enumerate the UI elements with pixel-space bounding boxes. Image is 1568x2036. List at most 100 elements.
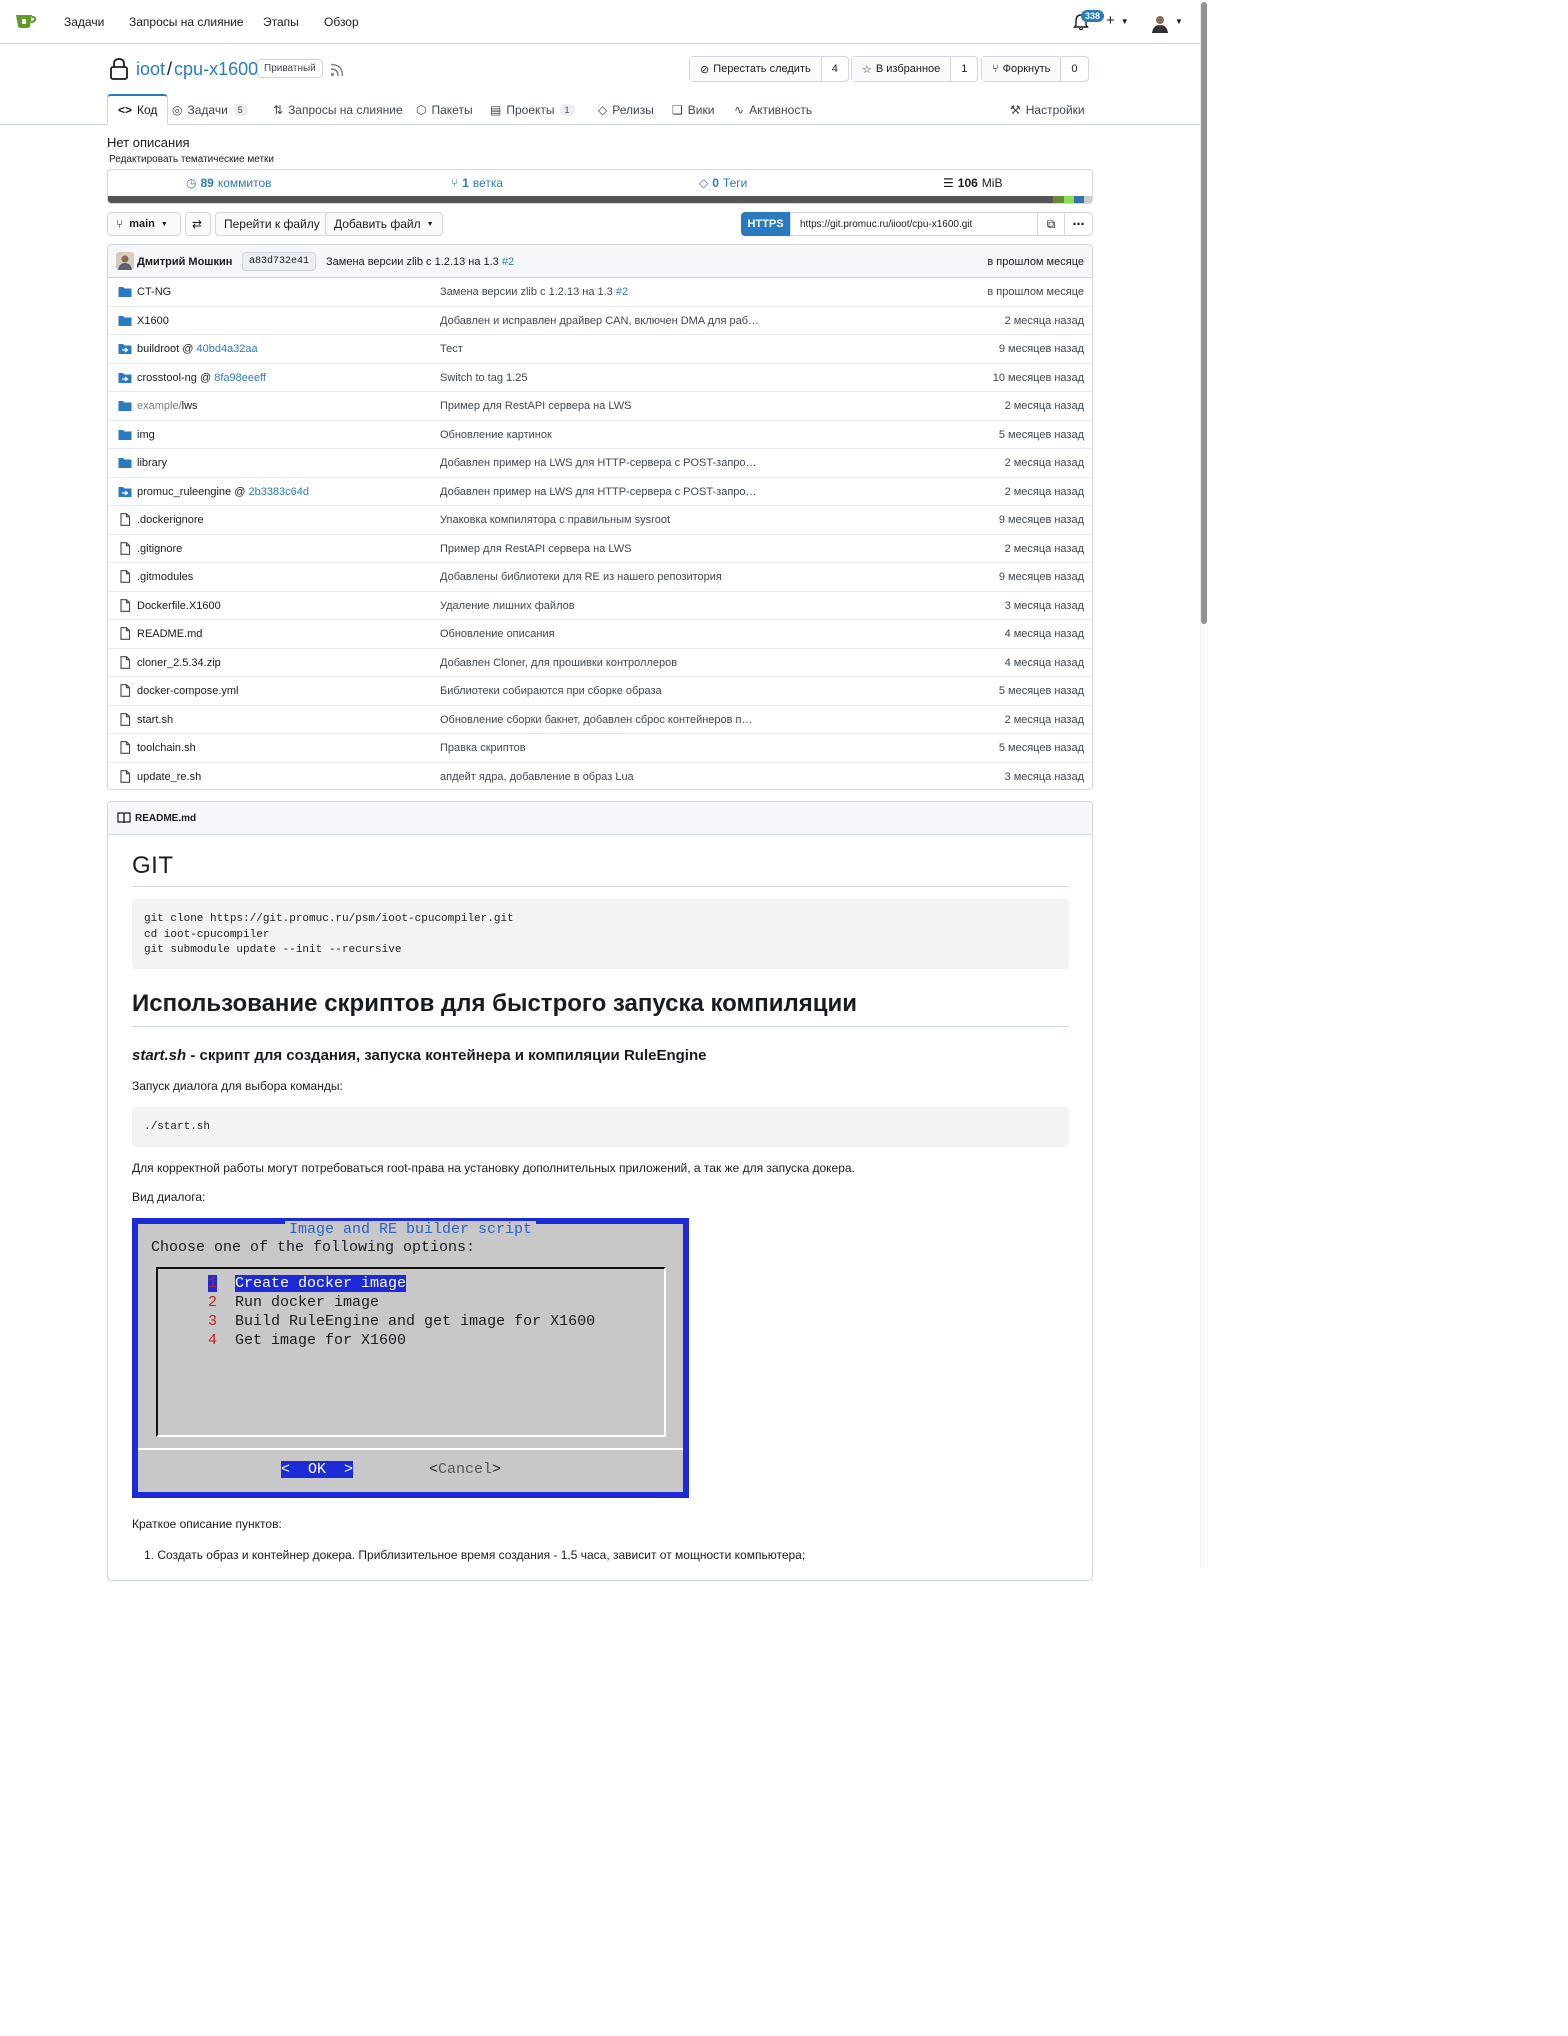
language-segment[interactable] (1064, 196, 1075, 203)
file-commit-message-text[interactable]: апдейт ядра, добавление в образ Lua (440, 771, 634, 783)
file-commit-message[interactable]: Обновление картинок (440, 429, 552, 441)
file-row[interactable]: update_re.sh апдейт ядра, добавление в об… (108, 763, 1092, 790)
file-commit-message[interactable]: Добавлен Cloner, для прошивки контроллер… (440, 657, 677, 669)
nav-milestones[interactable]: Этапы (263, 15, 299, 29)
file-name[interactable]: example/lws (137, 400, 198, 412)
file-commit-message[interactable]: Библиотеки собираются при сборке образа (440, 685, 662, 697)
file-name[interactable]: .dockerignore (137, 514, 204, 526)
language-segment[interactable] (108, 196, 1053, 203)
file-name[interactable]: X1600 (137, 315, 169, 327)
nav-explore[interactable]: Обзор (324, 15, 359, 29)
file-name-text[interactable]: README.md (137, 628, 202, 640)
file-commit-message-text[interactable]: Библиотеки собираются при сборке образа (440, 685, 662, 697)
file-commit-message[interactable]: Пример для RestAPI сервера на LWS (440, 400, 631, 412)
tab-activity[interactable]: ∿ Активность (724, 94, 822, 125)
file-row[interactable]: crosstool-ng @ 8fa98eeeff Switch to tag 1… (108, 364, 1092, 392)
file-row[interactable]: img Обновление картинок 5 месяцев назад (108, 421, 1092, 449)
repo-name-link[interactable]: cpu-x1600 (174, 59, 258, 79)
file-name[interactable]: buildroot @ 40bd4a32aa (137, 343, 258, 355)
commit-author[interactable]: Дмитрий Мошкин (137, 256, 232, 268)
file-row[interactable]: start.sh Обновление сборки бакнет, добавл… (108, 706, 1092, 734)
https-protocol-button[interactable]: HTTPS (741, 212, 790, 236)
language-segment[interactable] (1084, 196, 1092, 203)
file-name[interactable]: crosstool-ng @ 8fa98eeeff (137, 372, 266, 384)
file-commit-message-text[interactable]: Пример для RestAPI сервера на LWS (440, 543, 631, 555)
file-commit-message-text[interactable]: Удаление лишних файлов (440, 600, 575, 612)
file-name[interactable]: toolchain.sh (137, 742, 196, 754)
tab-releases[interactable]: ◇ Релизы (588, 94, 664, 125)
file-commit-message-text[interactable]: Пример для RestAPI сервера на LWS (440, 400, 631, 412)
file-row[interactable]: library Добавлен пример на LWS для HTTP-с… (108, 449, 1092, 478)
add-file-button[interactable]: Добавить файл ▼ (325, 212, 443, 236)
gitea-logo-icon[interactable] (14, 11, 36, 31)
readme-filename[interactable]: README.md (135, 813, 196, 824)
file-commit-message[interactable]: апдейт ядра, добавление в образ Lua (440, 771, 634, 783)
file-name-text[interactable]: .gitignore (137, 543, 182, 555)
file-row[interactable]: X1600 Добавлен и исправлен драйвер CAN, в… (108, 307, 1092, 335)
author-avatar[interactable] (116, 252, 134, 270)
file-row[interactable]: docker-compose.yml Библиотеки собираются … (108, 677, 1092, 706)
file-name[interactable]: docker-compose.yml (137, 685, 238, 697)
file-row[interactable]: README.md Обновление описания 4 месяца наз… (108, 620, 1092, 649)
tab-packages[interactable]: ⬡ Пакеты (406, 94, 483, 125)
nav-issues[interactable]: Задачи (64, 15, 104, 29)
file-commit-message-text[interactable]: Добавлен и исправлен драйвер CAN, включе… (440, 315, 759, 327)
file-commit-message[interactable]: Упаковка компилятора с правильным sysroo… (440, 514, 670, 526)
file-name-text[interactable]: Dockerfile.X1600 (137, 600, 221, 612)
file-commit-message[interactable]: Обновление описания (440, 628, 555, 640)
file-name-text[interactable]: start.sh (137, 714, 173, 726)
file-name[interactable]: update_re.sh (137, 771, 201, 783)
file-commit-message-text[interactable]: Обновление сборки бакнет, добавлен сброс… (440, 714, 753, 726)
file-commit-message-text[interactable]: Добавлен пример на LWS для HTTP-сервера … (440, 457, 757, 469)
file-commit-message-text[interactable]: Тест (440, 343, 463, 355)
file-commit-message-text[interactable]: Switch to tag 1.25 (440, 372, 527, 384)
file-commit-message[interactable]: Обновление сборки бакнет, добавлен сброс… (440, 714, 753, 726)
submodule-ref-link[interactable]: 8fa98eeeff (211, 372, 266, 384)
file-name-text[interactable]: .gitmodules (137, 571, 193, 583)
file-name-text[interactable]: CT-NG (137, 286, 171, 298)
create-menu-button[interactable]: + ▼ (1106, 12, 1129, 29)
file-row[interactable]: Dockerfile.X1600 Удаление лишних файлов 3 … (108, 592, 1092, 620)
commit-sha[interactable]: a83d732e41 (242, 252, 317, 271)
file-commit-message-text[interactable]: Добавлены библиотеки для RE из нашего ре… (440, 571, 722, 583)
file-row[interactable]: .gitmodules Добавлены библиотеки для RE и… (108, 563, 1092, 592)
language-bar[interactable] (108, 196, 1092, 203)
file-name[interactable]: CT-NG (137, 286, 171, 298)
tab-settings[interactable]: ⚒ Настройки (1000, 94, 1095, 125)
watch-count[interactable]: 4 (822, 63, 848, 75)
file-name[interactable]: Dockerfile.X1600 (137, 600, 221, 612)
file-commit-message-text[interactable]: Обновление картинок (440, 429, 552, 441)
file-row[interactable]: cloner_2.5.34.zip Добавлен Cloner, для пр… (108, 649, 1092, 677)
file-commit-message[interactable]: Switch to tag 1.25 (440, 372, 527, 384)
file-name[interactable]: promuc_ruleengine @ 2b3383c64d (137, 486, 309, 498)
tab-pull-requests[interactable]: ⇅ Запросы на слияние (263, 94, 413, 125)
file-commit-message[interactable]: Пример для RestAPI сервера на LWS (440, 543, 631, 555)
file-commit-message-text[interactable]: Обновление описания (440, 628, 555, 640)
file-commit-message[interactable]: Тест (440, 343, 463, 355)
commits-stat[interactable]: ◷ 89 коммитов (186, 176, 272, 190)
file-commit-pr-link[interactable]: #2 (613, 286, 628, 298)
tab-code[interactable]: <> Код (107, 94, 169, 125)
file-name[interactable]: library (137, 457, 167, 469)
submodule-ref-link[interactable]: 2b3383c64d (245, 486, 309, 498)
file-commit-message[interactable]: Добавлен и исправлен драйвер CAN, включе… (440, 315, 759, 327)
file-name[interactable]: .gitignore (137, 543, 182, 555)
file-commit-message-text[interactable]: Замена версии zlib с 1.2.13 на 1.3 (440, 286, 613, 298)
nav-pull-requests[interactable]: Запросы на слияние (129, 15, 244, 29)
fork-button[interactable]: ⑂ Форкнуть 0 (981, 56, 1089, 82)
tags-stat[interactable]: ◇ 0 Теги (699, 176, 747, 190)
branch-selector[interactable]: ⑂ main ▼ (107, 212, 181, 236)
user-menu-button[interactable]: ▼ (1150, 12, 1184, 34)
edit-topics-link[interactable]: Редактировать тематические метки (109, 154, 274, 165)
file-row[interactable]: buildroot @ 40bd4a32aa Тест 9 месяцев наза… (108, 335, 1092, 364)
tab-wiki[interactable]: ❏ Вики (662, 94, 724, 125)
file-row[interactable]: promuc_ruleengine @ 2b3383c64d Добавлен п… (108, 478, 1092, 506)
file-name[interactable]: start.sh (137, 714, 173, 726)
file-name-prefix[interactable]: example/ (137, 400, 182, 412)
star-count[interactable]: 1 (951, 63, 977, 75)
more-options-button[interactable]: ⋯ (1064, 212, 1093, 236)
clone-url-input[interactable]: https://git.promuc.ru/iioot/cpu-x1600.gi… (790, 212, 1038, 236)
file-row[interactable]: toolchain.sh Правка скриптов 5 месяцев наз… (108, 734, 1092, 763)
file-commit-message[interactable]: Замена версии zlib с 1.2.13 на 1.3 #2 (440, 286, 628, 298)
scrollbar-thumb[interactable] (1201, 2, 1207, 624)
